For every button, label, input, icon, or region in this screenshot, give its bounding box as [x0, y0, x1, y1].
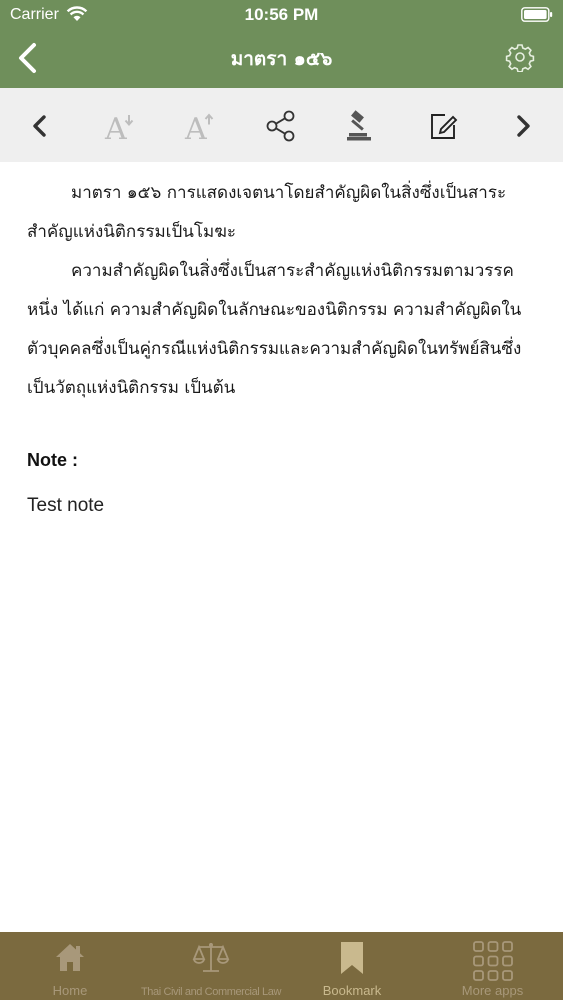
- status-time: 10:56 PM: [244, 5, 319, 24]
- share-icon: [266, 110, 295, 142]
- increase-font-button[interactable]: A: [178, 104, 222, 148]
- tab-bookmark[interactable]: Bookmark: [282, 932, 422, 1000]
- toolbar: A A: [0, 88, 563, 162]
- previous-section-button[interactable]: [17, 104, 61, 148]
- scales-icon: [192, 943, 230, 972]
- gear-icon: [505, 44, 535, 73]
- svg-text:A: A: [184, 112, 207, 147]
- edit-note-button[interactable]: [421, 104, 465, 148]
- section-paragraph-2: ความสำคัญผิดในสิ่งซึ่งเป็นสาระสำคัญแห่งน…: [27, 261, 522, 398]
- share-button[interactable]: [259, 104, 303, 148]
- note-label: Note :: [27, 450, 78, 470]
- decrease-font-button[interactable]: A: [98, 104, 142, 148]
- chevron-right-icon: [517, 115, 530, 137]
- font-decrease-icon: A: [104, 112, 134, 147]
- header: Carrier 10:56 PM มาตรา ๑๕๖: [0, 0, 563, 88]
- tab-bar: Home Thai Civil and Commercial Law Bookm…: [0, 932, 563, 1000]
- grid-icon: [472, 941, 513, 981]
- edit-note-icon: [431, 114, 458, 139]
- tab-label: Thai Civil and Commercial Law: [140, 986, 281, 998]
- font-increase-icon: A: [184, 112, 214, 147]
- chevron-left-icon: [19, 43, 36, 73]
- section-paragraph-1: มาตรา ๑๕๖ การแสดงเจตนาโดยสำคัญผิดในสิ่งซ…: [27, 183, 507, 242]
- tab-home[interactable]: Home: [0, 932, 140, 1000]
- note-text: Test note: [27, 495, 105, 516]
- tab-label: More apps: [461, 983, 524, 998]
- rulings-button[interactable]: [340, 104, 384, 148]
- tab-more-apps[interactable]: More apps: [422, 932, 563, 1000]
- status-bar: Carrier 10:56 PM: [0, 0, 563, 30]
- law-section-content: มาตรา ๑๕๖ การแสดงเจตนาโดยสำคัญผิดในสิ่งซ…: [27, 174, 539, 408]
- tab-thai-civil-law[interactable]: Thai Civil and Commercial Law: [140, 932, 282, 1000]
- page-title: มาตรา ๑๕๖: [230, 48, 333, 70]
- back-button[interactable]: [10, 38, 50, 78]
- chevron-left-icon: [33, 115, 46, 137]
- next-section-button[interactable]: [502, 104, 546, 148]
- svg-text:A: A: [104, 112, 127, 147]
- tab-label: Bookmark: [322, 983, 382, 998]
- navigation-bar: มาตรา ๑๕๖: [0, 30, 563, 88]
- gavel-icon: [347, 110, 371, 141]
- battery-icon: [521, 7, 553, 22]
- home-icon: [56, 944, 84, 971]
- bookmark-icon: [341, 942, 363, 974]
- settings-button[interactable]: [505, 42, 535, 73]
- tab-label: Home: [52, 983, 88, 998]
